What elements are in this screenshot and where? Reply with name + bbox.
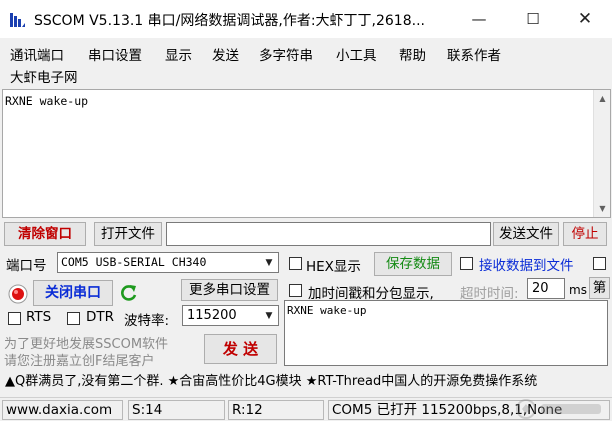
timestamp-label: 加时间戳和分包显示, (308, 286, 434, 302)
clear-window-label: 清除窗口 (18, 226, 72, 242)
timeout-label: 超时时间: (460, 286, 519, 302)
news-ticker[interactable]: ▲Q群满员了,没有第二个群. ★合宙高性价比4G模块 ★RT-Thread中国人… (0, 371, 612, 395)
menu-contact-author[interactable]: 联系作者 (447, 44, 501, 64)
hex-display-checkbox[interactable] (289, 257, 302, 270)
news-ticker-text: ▲Q群满员了,没有第二个群. ★合宙高性价比4G模块 ★RT-Thread中国人… (5, 374, 538, 389)
open-file-label: 打开文件 (101, 226, 155, 242)
status-website[interactable]: www.daxia.com (2, 400, 123, 420)
close-port-button[interactable]: 关闭串口 (33, 280, 113, 306)
close-button[interactable]: ✕ (562, 0, 608, 38)
port-select-value: COM5 USB-SERIAL CH340 (61, 255, 207, 269)
open-file-button[interactable]: 打开文件 (94, 222, 162, 246)
scroll-up-icon[interactable]: ▲ (594, 90, 611, 107)
menu-bar: 通讯端口 串口设置 显示 发送 多字符串 小工具 帮助 联系作者 (0, 40, 612, 64)
stop-label: 停止 (571, 226, 599, 242)
recv-to-file-checkbox[interactable] (460, 257, 473, 270)
send-text: RXNE wake-up (287, 304, 367, 317)
menu-tools[interactable]: 小工具 (336, 44, 377, 64)
menu-serial-settings[interactable]: 串口设置 (88, 44, 142, 64)
timeout-value: 20 (532, 281, 549, 296)
more-settings-label: 更多串口设置 (189, 282, 270, 298)
status-received-count: R:12 (228, 400, 324, 420)
file-path-input[interactable] (166, 222, 491, 246)
send-button[interactable]: 发 送 (204, 334, 277, 364)
app-window: SSCOM V5.13.1 串口/网络数据调试器,作者:大虾丁丁,2618...… (0, 0, 612, 421)
app-icon (10, 13, 25, 27)
page-label: 第 (592, 280, 607, 296)
save-data-label: 保存数据 (386, 256, 440, 272)
port-label: 端口号 (6, 258, 47, 274)
send-label: 发 送 (222, 340, 259, 358)
watermark-logo (516, 399, 601, 419)
send-file-label: 发送文件 (499, 226, 553, 242)
menu-comm-port[interactable]: 通讯端口 (10, 44, 64, 64)
timeout-unit: ms (569, 283, 587, 297)
save-data-button[interactable]: 保存数据 (374, 252, 452, 276)
title-bar: SSCOM V5.13.1 串口/网络数据调试器,作者:大虾丁丁,2618...… (0, 0, 612, 38)
rts-label: RTS (26, 309, 52, 325)
baud-select[interactable]: 115200 ▼ (182, 305, 279, 326)
extra-checkbox[interactable] (593, 257, 606, 270)
page-button[interactable]: 第 (589, 277, 610, 299)
baud-label: 波特率: (124, 313, 170, 329)
dtr-checkbox[interactable] (67, 312, 80, 325)
menu-daxia-link[interactable]: 大虾电子网 (10, 66, 78, 86)
chevron-down-icon: ▼ (265, 258, 273, 268)
baud-select-value: 115200 (187, 308, 237, 323)
close-port-label: 关闭串口 (45, 285, 101, 301)
port-status-icon (8, 284, 28, 304)
scroll-down-icon[interactable]: ▼ (594, 200, 611, 217)
dtr-label: DTR (86, 309, 115, 325)
clear-window-button[interactable]: 清除窗口 (4, 222, 86, 246)
chevron-down-icon: ▼ (265, 311, 273, 321)
more-settings-button[interactable]: 更多串口设置 (181, 279, 278, 301)
menu-multi-string[interactable]: 多字符串 (259, 44, 313, 64)
menu-send[interactable]: 发送 (212, 44, 239, 64)
menu-help[interactable]: 帮助 (399, 44, 426, 64)
receive-area[interactable]: RXNE wake-up ▲ ▼ (2, 89, 611, 218)
send-input[interactable]: RXNE wake-up (284, 300, 608, 366)
status-sent-count: S:14 (128, 400, 225, 420)
window-title: SSCOM V5.13.1 串口/网络数据调试器,作者:大虾丁丁,2618... (34, 13, 425, 29)
recv-to-file-label: 接收数据到文件 (479, 258, 574, 274)
refresh-icon[interactable] (119, 283, 139, 303)
minimize-button[interactable]: — (456, 0, 502, 38)
promo-line-2[interactable]: 请您注册嘉立创F结尾客户 (4, 350, 154, 369)
timestamp-checkbox[interactable] (289, 284, 302, 297)
maximize-button[interactable]: ☐ (510, 0, 556, 38)
menu-display[interactable]: 显示 (165, 44, 192, 64)
send-file-button[interactable]: 发送文件 (493, 222, 559, 246)
port-select[interactable]: COM5 USB-SERIAL CH340 ▼ (57, 252, 279, 273)
timeout-input[interactable]: 20 (527, 278, 565, 299)
receive-scrollbar[interactable]: ▲ ▼ (593, 90, 610, 217)
stop-button[interactable]: 停止 (563, 222, 607, 246)
hex-display-label: HEX显示 (306, 259, 361, 275)
receive-text: RXNE wake-up (5, 94, 89, 108)
rts-checkbox[interactable] (8, 312, 21, 325)
